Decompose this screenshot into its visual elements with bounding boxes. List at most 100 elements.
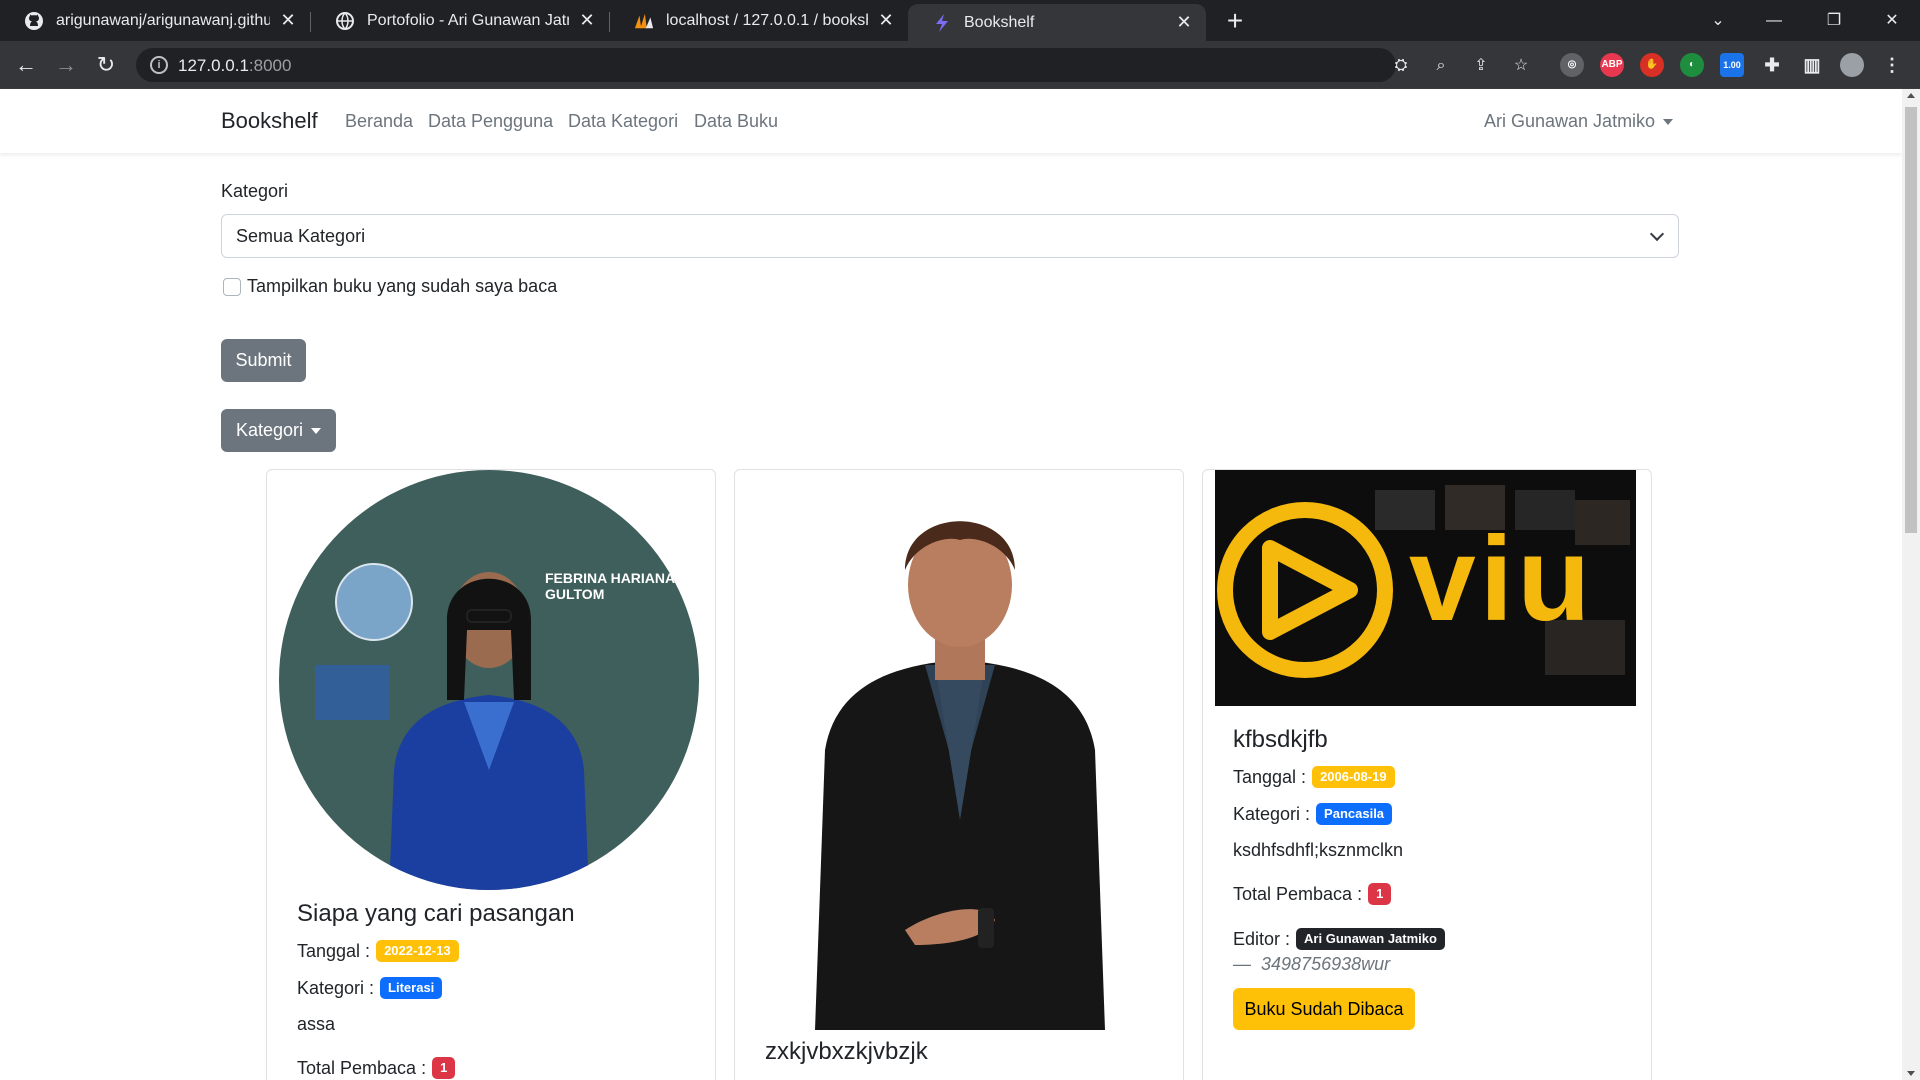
quote-dash: — (1233, 954, 1251, 974)
kategori-label: Kategori (221, 181, 289, 201)
forward-icon[interactable]: → (50, 49, 82, 81)
cover-logo-text: viu (1409, 512, 1595, 646)
close-icon[interactable]: ✕ (876, 10, 896, 31)
read-checkbox[interactable] (223, 277, 241, 296)
tab-title: arigunawanj/arigunawanj.github. (56, 11, 270, 29)
nav-data-kategori[interactable]: Data Kategori (568, 111, 678, 132)
counter-ext-icon[interactable]: 1.00 (1720, 53, 1744, 77)
share-icon[interactable]: ⇪ (1472, 57, 1490, 75)
tab-title: Bookshelf (964, 13, 1035, 31)
user-dropdown[interactable]: Ari Gunawan Jatmiko (1484, 111, 1674, 132)
nav-data-buku[interactable]: Data Buku (694, 111, 778, 132)
hand-ext-icon[interactable]: ✋ (1640, 53, 1664, 77)
total-pembaca-label: Total Pembaca : (297, 1057, 427, 1078)
caret-down-icon (1663, 119, 1674, 126)
browser-tab-active[interactable]: Bookshelf ✕ (908, 4, 1206, 41)
tanggal-row: Tanggal :2022-12-13 (297, 940, 459, 962)
read-filter[interactable]: Tampilkan buku yang sudah saya baca (223, 276, 557, 297)
new-tab-button[interactable]: + (1218, 4, 1252, 38)
total-pembaca-badge: 1 (1368, 883, 1392, 905)
tab-title: Portofolio - Ari Gunawan Jatmiko (367, 11, 569, 29)
browser-toolbar: ← → ↻ i 127.0.0.1:8000 ⛭ ⌕ ⇪ ☆ ◎ ABP ✋ ◐… (0, 41, 1920, 89)
nav-beranda[interactable]: Beranda (345, 111, 413, 132)
book-description: assa (297, 1014, 336, 1034)
browser-tabbar: arigunawanj/arigunawanj.github. ✕ Portof… (0, 0, 1920, 41)
caret-down-icon (311, 428, 322, 435)
tanggal-label: Tanggal : (1233, 766, 1307, 787)
back-icon[interactable]: ← (10, 49, 42, 81)
editor-label: Editor : (1233, 928, 1291, 949)
page-content: Bookshelf Beranda Data Pengguna Data Kat… (0, 89, 1902, 1080)
tab-search-icon[interactable]: ⌄ (1690, 0, 1746, 41)
book-title: zxkjvbxzkjvbzjk (765, 1038, 928, 1065)
book-card: FEBRINA HARIANA GULTOM Siapa yang cari p… (266, 469, 716, 1080)
user-name: Ari Gunawan Jatmiko (1484, 111, 1656, 131)
cover-name-text: FEBRINA HARIANA GULTOM (545, 570, 675, 602)
nav-data-pengguna[interactable]: Data Pengguna (428, 111, 553, 132)
submit-button[interactable]: Submit (221, 339, 306, 382)
scroll-down-icon[interactable] (1907, 1071, 1915, 1076)
menu-icon[interactable]: ⋮ (1880, 53, 1904, 77)
book-cover-image: viu (1215, 470, 1636, 706)
phpmyadmin-icon (634, 11, 654, 31)
book-card: viu kfbsdkjfb Tanggal :2006-08-19 Katego… (1202, 469, 1652, 1080)
lightning-icon (932, 13, 952, 33)
total-pembaca-label: Total Pembaca : (1233, 883, 1363, 904)
kategori-row-label: Kategori : (297, 977, 375, 998)
site-info-icon[interactable]: i (150, 56, 168, 74)
chevron-down-icon (1649, 226, 1665, 242)
kategori-select[interactable]: Semua Kategori (221, 214, 1679, 258)
tanggal-badge: 2006-08-19 (1312, 766, 1395, 788)
address-url: 127.0.0.1:8000 (178, 56, 292, 75)
close-icon[interactable]: ✕ (1174, 12, 1194, 33)
restore-button[interactable]: ❐ (1806, 0, 1862, 41)
reload-icon[interactable]: ↻ (90, 49, 122, 81)
browser-tab[interactable]: Portofolio - Ari Gunawan Jatmiko ✕ (311, 0, 609, 41)
kategori-row: Kategori : Literasi (297, 977, 443, 999)
book-cover-image (795, 490, 1125, 1030)
tab-title: localhost / 127.0.0.1 / bookshelf- (666, 11, 868, 29)
address-bar[interactable]: i 127.0.0.1:8000 ⛭ ⌕ ⇪ ☆ (136, 48, 1528, 82)
reader-ext-icon[interactable]: ◎ (1560, 53, 1584, 77)
kategori-row-label: Kategori : (1233, 803, 1311, 824)
profile-avatar[interactable] (1840, 53, 1864, 77)
github-icon (24, 11, 44, 31)
kategori-dropdown-button[interactable]: Kategori (221, 409, 336, 452)
quote-text: 3498756938wur (1261, 954, 1391, 974)
bookmark-star-icon[interactable]: ☆ (1512, 57, 1530, 75)
site-navbar: Bookshelf Beranda Data Pengguna Data Kat… (0, 89, 1902, 153)
kategori-badge: Literasi (380, 977, 443, 999)
kategori-row: Kategori : Pancasila (1233, 803, 1393, 825)
window-close-button[interactable]: ✕ (1864, 0, 1920, 41)
read-book-button[interactable]: Buku Sudah Dibaca (1233, 988, 1415, 1030)
total-pembaca-row: Total Pembaca :1 (1233, 883, 1392, 905)
puzzle-icon[interactable]: ✚ (1760, 53, 1784, 77)
editor-row: Editor : Ari Gunawan Jatmiko (1233, 928, 1445, 950)
read-checkbox-label: Tampilkan buku yang sudah saya baca (247, 276, 558, 296)
globe-icon (335, 11, 355, 31)
book-title: Siapa yang cari pasangan (297, 900, 575, 927)
scroll-up-icon[interactable] (1907, 93, 1915, 98)
kategori-dropdown-label: Kategori (235, 420, 304, 440)
close-icon[interactable]: ✕ (278, 10, 298, 31)
color-ext-icon[interactable]: ◐ (1680, 53, 1704, 77)
navbar-brand[interactable]: Bookshelf (221, 108, 318, 134)
browser-tab[interactable]: localhost / 127.0.0.1 / bookshelf- ✕ (610, 0, 908, 41)
kategori-select-value: Semua Kategori (236, 226, 366, 246)
translate-icon[interactable]: ⛭ (1392, 57, 1410, 75)
browser-tab[interactable]: arigunawanj/arigunawanj.github. ✕ (0, 0, 310, 41)
total-pembaca-row: Total Pembaca :1 (297, 1057, 456, 1079)
book-cover-image: FEBRINA HARIANA GULTOM (279, 470, 700, 891)
tanggal-badge: 2022-12-13 (376, 940, 459, 962)
adblock-icon[interactable]: ABP (1600, 53, 1624, 77)
kategori-badge: Pancasila (1316, 803, 1393, 825)
scrollbar-thumb[interactable] (1905, 107, 1917, 533)
close-icon[interactable]: ✕ (577, 10, 597, 31)
book-quote: — 3498756938wur (1233, 954, 1390, 975)
book-description: ksdhfsdhfl;ksznmclkn (1233, 840, 1404, 860)
zoom-icon[interactable]: ⌕ (1432, 57, 1450, 75)
side-panel-icon[interactable]: ▥ (1800, 53, 1824, 77)
editor-badge: Ari Gunawan Jatmiko (1296, 928, 1445, 950)
page-scrollbar[interactable] (1902, 89, 1920, 1080)
minimize-button[interactable]: — (1746, 0, 1802, 41)
